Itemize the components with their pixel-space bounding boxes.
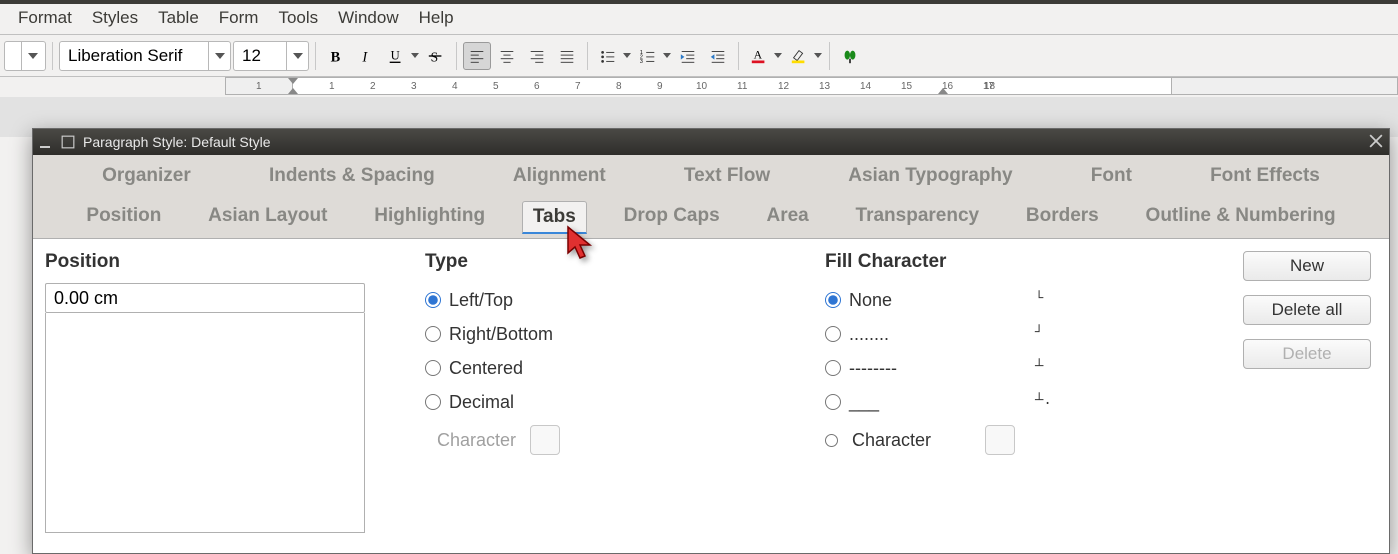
italic-button[interactable]: I [352, 42, 380, 70]
tab-font-effects[interactable]: Font Effects [1200, 161, 1330, 191]
align-left-button[interactable] [463, 42, 491, 70]
tab-organizer[interactable]: Organizer [92, 161, 201, 191]
delete-all-button[interactable]: Delete all [1243, 295, 1371, 325]
para-style-dropdown[interactable] [4, 41, 46, 71]
menu-tools[interactable]: Tools [268, 6, 328, 30]
para-style-input[interactable] [5, 42, 21, 70]
chevron-down-icon[interactable] [662, 53, 672, 58]
svg-text:I: I [361, 49, 368, 65]
decrease-indent-button[interactable] [704, 42, 732, 70]
strikethrough-button[interactable]: S [422, 42, 450, 70]
type-right-radio[interactable]: Right/Bottom ┘ [425, 317, 825, 351]
fill-none-radio[interactable]: None [825, 283, 1205, 317]
delete-button: Delete [1243, 339, 1371, 369]
ruler[interactable]: 1 1 2 3 4 5 6 7 8 9 10 11 12 13 14 15 16… [0, 77, 1398, 97]
svg-text:A: A [754, 48, 763, 61]
menu-form[interactable]: Form [209, 6, 269, 30]
font-size-dropdown[interactable] [233, 41, 309, 71]
paragraph-style-dialog: Paragraph Style: Default Style Organizer… [32, 128, 1390, 554]
fill-character-label: Character [852, 430, 931, 451]
type-heading: Type [425, 251, 825, 273]
tab-outline-numbering[interactable]: Outline & Numbering [1136, 201, 1346, 234]
menu-table[interactable]: Table [148, 6, 209, 30]
font-name-dropdown[interactable] [59, 41, 231, 71]
tab-position[interactable]: Position [76, 201, 171, 234]
highlight-color-button[interactable] [785, 42, 813, 70]
type-character-input [530, 425, 560, 455]
tab-decimal-icon: ┴. [1035, 393, 1052, 409]
left-indent-marker[interactable] [288, 88, 298, 94]
tab-tabs[interactable]: Tabs [522, 201, 587, 234]
svg-text:3: 3 [640, 59, 643, 65]
dialog-tabstrip: Organizer Indents & Spacing Alignment Te… [33, 155, 1389, 239]
align-right-button[interactable] [523, 42, 551, 70]
tab-position-input[interactable] [45, 283, 365, 313]
tab-alignment[interactable]: Alignment [503, 161, 616, 191]
dialog-title: Paragraph Style: Default Style [83, 134, 271, 150]
minimize-icon[interactable] [39, 136, 51, 148]
font-color-button[interactable]: A [745, 42, 773, 70]
fill-character-radio[interactable] [825, 434, 838, 447]
tab-position-list[interactable] [45, 313, 365, 533]
type-decimal-radio[interactable]: Decimal ┴. [425, 385, 825, 419]
bold-button[interactable]: B [322, 42, 350, 70]
tab-highlighting[interactable]: Highlighting [364, 201, 495, 234]
increase-indent-button[interactable] [674, 42, 702, 70]
tab-asian-typography[interactable]: Asian Typography [838, 161, 1022, 191]
chevron-down-icon[interactable] [21, 42, 43, 70]
bullet-list-button[interactable] [594, 42, 622, 70]
chevron-down-icon[interactable] [813, 53, 823, 58]
tab-area[interactable]: Area [756, 201, 818, 234]
menu-format[interactable]: Format [8, 6, 82, 30]
tab-left-icon: └ [1035, 291, 1043, 307]
dialog-titlebar[interactable]: Paragraph Style: Default Style [33, 129, 1389, 155]
tab-text-flow[interactable]: Text Flow [674, 161, 780, 191]
tab-right-icon: ┘ [1035, 325, 1043, 341]
format-toolbar: B I U S 123 A [0, 35, 1398, 77]
restore-icon[interactable] [61, 135, 75, 149]
fill-heading: Fill Character [825, 251, 1205, 273]
svg-text:U: U [391, 48, 400, 62]
menu-help[interactable]: Help [409, 6, 464, 30]
chevron-down-icon[interactable] [208, 42, 230, 70]
right-indent-marker[interactable] [938, 88, 948, 94]
tab-indents-spacing[interactable]: Indents & Spacing [259, 161, 445, 191]
tab-drop-caps[interactable]: Drop Caps [614, 201, 730, 234]
type-left-radio[interactable]: Left/Top └ [425, 283, 825, 317]
number-list-button[interactable]: 123 [634, 42, 662, 70]
font-size-input[interactable] [234, 42, 286, 70]
first-line-indent-marker[interactable] [288, 78, 298, 84]
type-centered-radio[interactable]: Centered ┴ [425, 351, 825, 385]
svg-text:S: S [431, 49, 439, 64]
fill-underscore-radio[interactable]: ___ [825, 385, 1205, 419]
svg-text:B: B [331, 49, 341, 65]
chevron-down-icon[interactable] [622, 53, 632, 58]
align-justify-button[interactable] [553, 42, 581, 70]
find-replace-button[interactable] [836, 42, 864, 70]
chevron-down-icon[interactable] [773, 53, 783, 58]
chevron-down-icon[interactable] [286, 42, 308, 70]
menu-window[interactable]: Window [328, 6, 408, 30]
chevron-down-icon[interactable] [410, 53, 420, 58]
font-name-input[interactable] [60, 42, 208, 70]
type-character-label: Character [437, 430, 516, 451]
fill-character-input[interactable] [985, 425, 1015, 455]
close-icon[interactable] [1369, 134, 1383, 151]
menu-styles[interactable]: Styles [82, 6, 148, 30]
fill-dots-radio[interactable]: ........ [825, 317, 1205, 351]
new-button[interactable]: New [1243, 251, 1371, 281]
tab-borders[interactable]: Borders [1016, 201, 1109, 234]
menubar: Format Styles Table Form Tools Window He… [0, 4, 1398, 35]
tab-font[interactable]: Font [1081, 161, 1142, 191]
fill-dashes-radio[interactable]: -------- [825, 351, 1205, 385]
tab-center-icon: ┴ [1035, 359, 1043, 375]
tab-asian-layout[interactable]: Asian Layout [198, 201, 337, 234]
align-center-button[interactable] [493, 42, 521, 70]
underline-button[interactable]: U [382, 42, 410, 70]
tab-transparency[interactable]: Transparency [846, 201, 990, 234]
position-heading: Position [45, 251, 425, 273]
